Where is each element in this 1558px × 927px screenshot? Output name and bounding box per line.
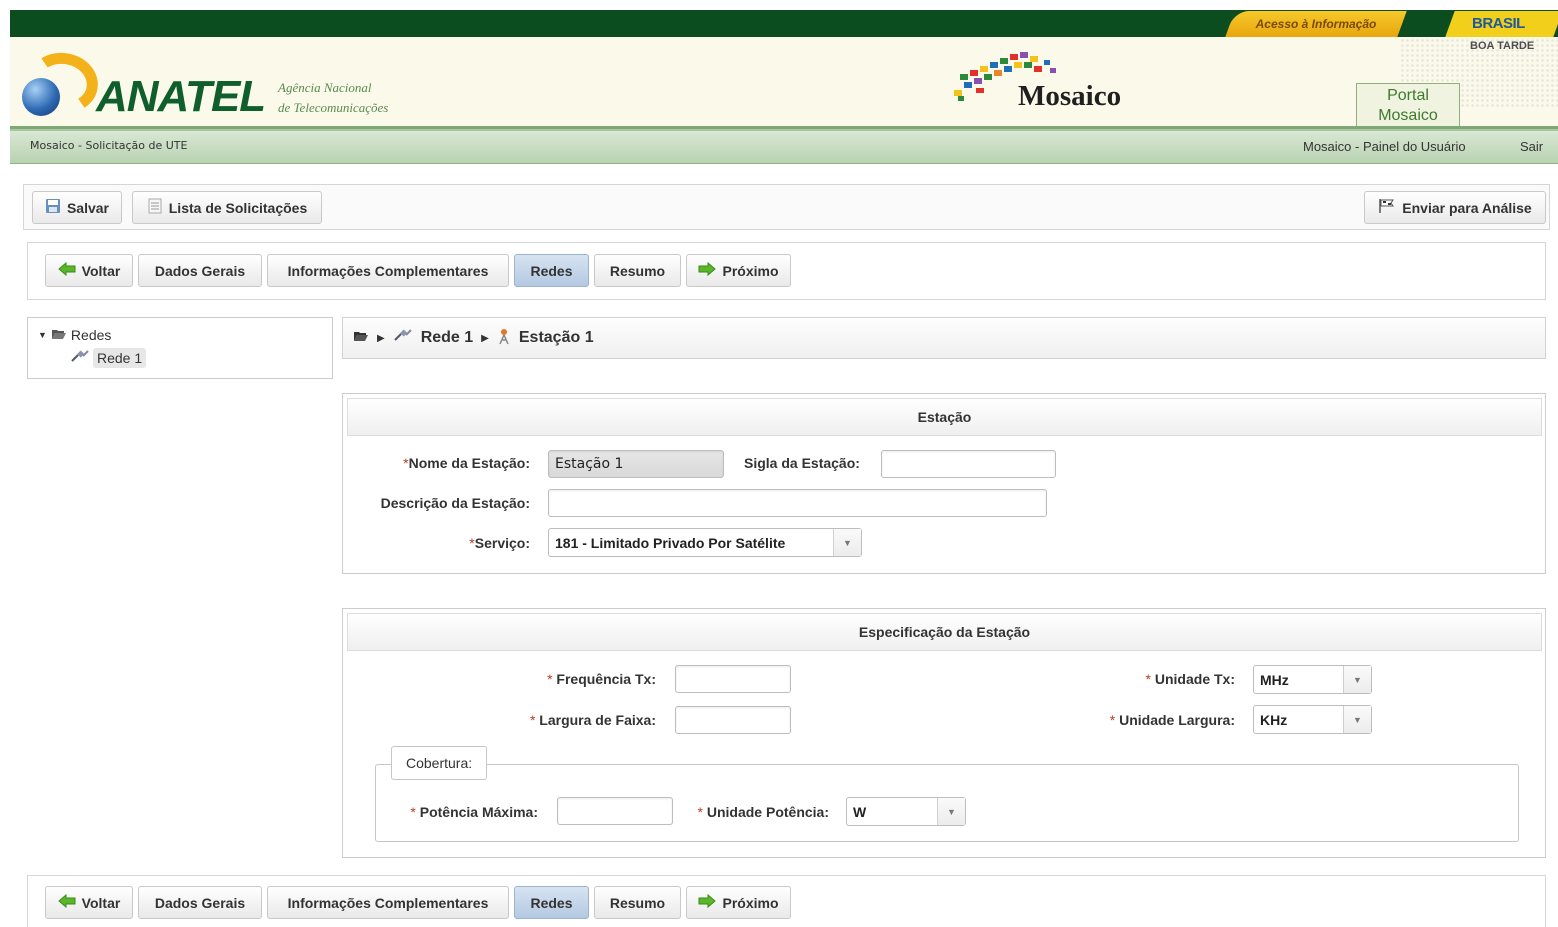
back-button-bottom[interactable]: Voltar [45,886,133,919]
breadcrumb-separator-icon: ▶ [481,332,489,344]
freq-tx-label: * Frequência Tx: [547,671,656,687]
chevron-down-icon[interactable]: ▼ [1343,666,1371,693]
unit-tx-label: * Unidade Tx: [1145,671,1235,687]
tree-node-redes[interactable]: ▼ Redes [38,327,111,343]
max-power-field[interactable] [557,797,673,825]
send-for-analysis-button[interactable]: Enviar para Análise [1364,191,1546,224]
arrow-left-icon [57,893,76,911]
portal-mosaico-tab[interactable]: Portal Mosaico [1356,83,1460,127]
chevron-down-icon[interactable]: ▼ [1343,706,1371,733]
station-name-label: *Nome da Estação: [403,455,530,471]
unit-power-select[interactable]: W ▼ [846,797,966,826]
tab-complementary-info-bottom[interactable]: Informações Complementares [267,886,509,919]
tab-general-data-bottom[interactable]: Dados Gerais [138,886,262,919]
tab-networks-bottom[interactable]: Redes [514,886,589,919]
flag-icon [1378,198,1396,217]
agency-name: Agência Nacional de Telecomunicações [278,80,389,115]
unit-bandwidth-select[interactable]: KHz ▼ [1253,705,1372,734]
next-button[interactable]: Próximo [686,254,791,287]
station-name-field[interactable]: Estação 1 [548,450,724,478]
brasil-gov-link[interactable]: BRASIL [1445,11,1558,37]
breadcrumb: ▶ Rede 1 ▶ Estação 1 [342,317,1546,359]
breadcrumb-station: Estação 1 [518,329,594,346]
unit-bandwidth-label: * Unidade Largura: [1109,712,1235,728]
station-description-field[interactable] [548,489,1047,517]
breadcrumb-separator-icon: ▶ [377,332,385,344]
station-acronym-field[interactable] [881,450,1056,478]
unit-power-label: * Unidade Potência: [697,804,829,820]
folder-open-icon [51,327,67,343]
station-panel-title: Estação [347,398,1542,436]
logout-link[interactable]: Sair [1520,139,1543,154]
station-spec-panel-title: Especificação da Estação [347,613,1542,651]
request-list-button[interactable]: Lista de Solicitações [132,191,322,224]
tree-node-rede-1[interactable]: Rede 1 [70,348,147,368]
max-power-label: * Potência Máxima: [410,804,538,820]
antenna-icon [497,327,511,350]
save-icon [45,198,61,217]
chevron-down-icon[interactable]: ▼ [937,798,965,825]
acesso-informacao-link[interactable]: Acesso à Informação [1225,11,1407,37]
station-description-label: Descrição da Estação: [380,495,530,511]
back-button[interactable]: Voltar [45,254,133,287]
list-icon [147,198,163,217]
service-label: *Serviço: [469,535,530,551]
breadcrumb-network[interactable]: Rede 1 [421,329,473,347]
tab-summary[interactable]: Resumo [594,254,681,287]
next-button-bottom[interactable]: Próximo [686,886,791,919]
anatel-logo-text: ANATEL [96,72,266,121]
mosaico-logo-text: Mosaico [1018,80,1122,112]
arrow-right-icon [698,893,717,911]
arrow-left-icon [57,261,76,279]
unit-tx-select[interactable]: MHz ▼ [1253,665,1372,694]
greeting: BOA TARDE [1470,40,1535,52]
coverage-legend: Cobertura: [391,746,488,780]
satellite-icon [393,328,413,349]
tab-general-data[interactable]: Dados Gerais [138,254,262,287]
caret-down-icon[interactable]: ▼ [38,330,47,340]
bandwidth-label: * Largura de Faixa: [529,712,656,728]
anatel-logo-globe [22,78,60,116]
service-select[interactable]: 181 - Limitado Privado Por Satélite ▼ [548,528,862,557]
tab-complementary-info[interactable]: Informações Complementares [267,254,509,287]
tab-summary-bottom[interactable]: Resumo [594,886,681,919]
bandwidth-field[interactable] [675,706,791,734]
arrow-right-icon [698,261,717,279]
user-panel-link[interactable]: Mosaico - Painel do Usuário [1303,139,1466,154]
freq-tx-field[interactable] [675,665,791,693]
page-context-label: Mosaico - Solicitação de UTE [30,139,188,152]
satellite-icon [70,349,90,368]
save-button[interactable]: Salvar [32,191,122,224]
tab-networks[interactable]: Redes [514,254,589,287]
folder-open-icon[interactable] [353,329,369,347]
station-acronym-label: Sigla da Estação: [744,455,860,471]
chevron-down-icon[interactable]: ▼ [833,529,861,556]
